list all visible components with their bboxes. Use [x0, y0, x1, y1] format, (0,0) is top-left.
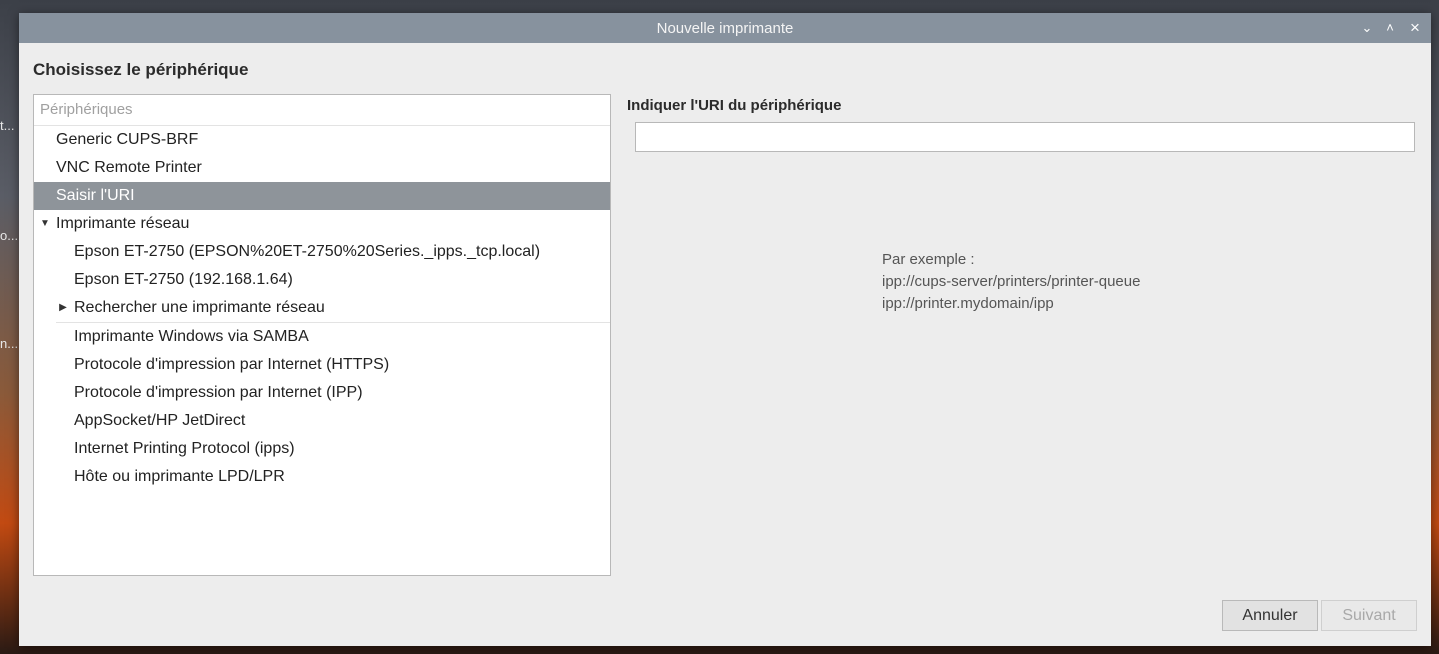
device-group-label: Imprimante réseau	[56, 215, 190, 232]
next-button[interactable]: Suivant	[1321, 600, 1417, 631]
desktop-label-fragment: n...	[0, 336, 19, 351]
collapsed-arrow-icon[interactable]: ▶	[56, 294, 70, 322]
desktop-label-fragment: t...	[0, 118, 15, 133]
uri-label: Indiquer l'URI du périphérique	[627, 97, 842, 114]
example-title: Par exemple :	[882, 251, 975, 268]
window-title: Nouvelle imprimante	[656, 20, 794, 37]
uri-input[interactable]	[635, 122, 1415, 152]
example-uri-1: ipp://cups-server/printers/printer-queue	[882, 273, 1141, 290]
device-item-https[interactable]: Protocole d'impression par Internet (HTT…	[34, 351, 610, 379]
device-item-label: Rechercher une imprimante réseau	[74, 299, 325, 316]
uri-examples: Par exemple : ipp://cups-server/printers…	[882, 249, 1140, 315]
new-printer-dialog: Nouvelle imprimante ⌄ ˄ × Choisissez le …	[19, 13, 1431, 646]
minimize-icon[interactable]: ⌄	[1357, 18, 1377, 38]
device-item-samba[interactable]: Imprimante Windows via SAMBA	[34, 323, 610, 351]
expanded-arrow-icon[interactable]: ▼	[38, 210, 52, 238]
device-list: Périphériques Generic CUPS-BRF VNC Remot…	[33, 94, 611, 576]
device-item-epson-ip[interactable]: Epson ET-2750 (192.168.1.64)	[34, 266, 610, 294]
cancel-button[interactable]: Annuler	[1222, 600, 1318, 631]
device-item-generic-cups-brf[interactable]: Generic CUPS-BRF	[34, 126, 610, 154]
device-item-epson-ipps[interactable]: Epson ET-2750 (EPSON%20ET-2750%20Series.…	[34, 238, 610, 266]
device-item-vnc-remote-printer[interactable]: VNC Remote Printer	[34, 154, 610, 182]
page-title: Choisissez le périphérique	[33, 60, 249, 79]
device-item-ipps[interactable]: Internet Printing Protocol (ipps)	[34, 435, 610, 463]
device-item-ipp[interactable]: Protocole d'impression par Internet (IPP…	[34, 379, 610, 407]
device-item-lpd[interactable]: Hôte ou imprimante LPD/LPR	[34, 463, 610, 491]
close-icon[interactable]: ×	[1405, 18, 1425, 38]
title-bar[interactable]: Nouvelle imprimante ⌄ ˄ ×	[19, 13, 1431, 43]
desktop-label-fragment: o...	[0, 228, 19, 243]
maximize-icon[interactable]: ˄	[1380, 18, 1400, 38]
device-item-enter-uri[interactable]: Saisir l'URI	[34, 182, 610, 210]
device-item-appsocket[interactable]: AppSocket/HP JetDirect	[34, 407, 610, 435]
example-uri-2: ipp://printer.mydomain/ipp	[882, 295, 1054, 312]
device-list-header[interactable]: Périphériques	[34, 95, 610, 126]
device-item-search-network-printer[interactable]: ▶ Rechercher une imprimante réseau	[34, 294, 610, 322]
device-group-network-printer[interactable]: ▼ Imprimante réseau	[34, 210, 610, 238]
